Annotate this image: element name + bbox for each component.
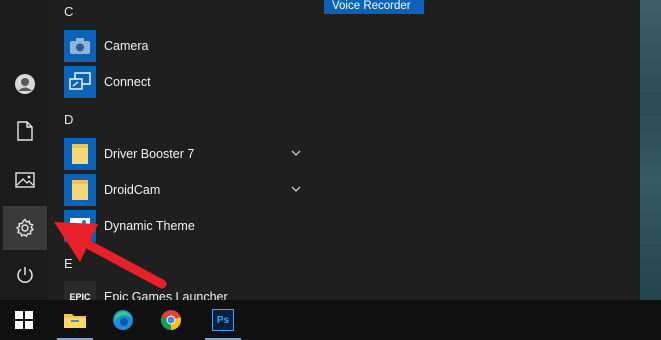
user-avatar[interactable] [3, 62, 47, 106]
camera-icon [70, 38, 90, 54]
start-menu-screen: C Camera Connect D Driver Booster 7 Droi… [0, 0, 661, 340]
power-icon [17, 267, 33, 283]
red-arrow-annotation [54, 222, 167, 289]
app-label: Camera [104, 39, 149, 53]
pictures-icon [15, 172, 35, 188]
letter-header-d[interactable]: D [64, 112, 73, 127]
pinned-tiles-area [310, 0, 640, 300]
app-camera[interactable]: Camera [64, 29, 304, 63]
avatar-icon [15, 74, 35, 94]
taskbar-chrome[interactable] [147, 300, 195, 340]
folder-icon [72, 144, 88, 164]
app-label: Connect [104, 75, 151, 89]
chevron-down-icon[interactable] [289, 146, 303, 160]
camera-tile [64, 30, 96, 62]
document-icon [17, 121, 33, 141]
documents-button[interactable] [3, 109, 47, 153]
letter-header-c[interactable]: C [64, 4, 73, 19]
app-label: DroidCam [104, 183, 161, 197]
app-driver-booster[interactable]: Driver Booster 7 [64, 137, 304, 171]
voice-recorder-tile[interactable]: Voice Recorder [324, 0, 424, 14]
windows-logo-icon [15, 311, 33, 329]
app-connect[interactable]: Connect [64, 65, 304, 99]
edge-icon [113, 310, 133, 330]
file-explorer-icon [64, 314, 86, 328]
folder-icon [72, 180, 88, 200]
start-button[interactable] [0, 300, 48, 340]
chevron-down-icon[interactable] [289, 182, 303, 196]
driver-booster-tile [64, 138, 96, 170]
taskbar: Ps [0, 300, 661, 340]
chrome-icon [161, 310, 181, 330]
photoshop-icon-text: Ps [216, 314, 230, 326]
taskbar-file-explorer[interactable] [51, 300, 99, 340]
connect-tile [64, 66, 96, 98]
app-label: Driver Booster 7 [104, 147, 195, 161]
gear-icon [15, 218, 35, 238]
taskbar-photoshop[interactable]: Ps [199, 300, 247, 340]
taskbar-edge[interactable] [99, 300, 147, 340]
desktop-wallpaper [640, 0, 661, 300]
photoshop-icon: Ps [212, 309, 234, 331]
pictures-button[interactable] [3, 158, 47, 202]
connect-icon [69, 72, 91, 90]
